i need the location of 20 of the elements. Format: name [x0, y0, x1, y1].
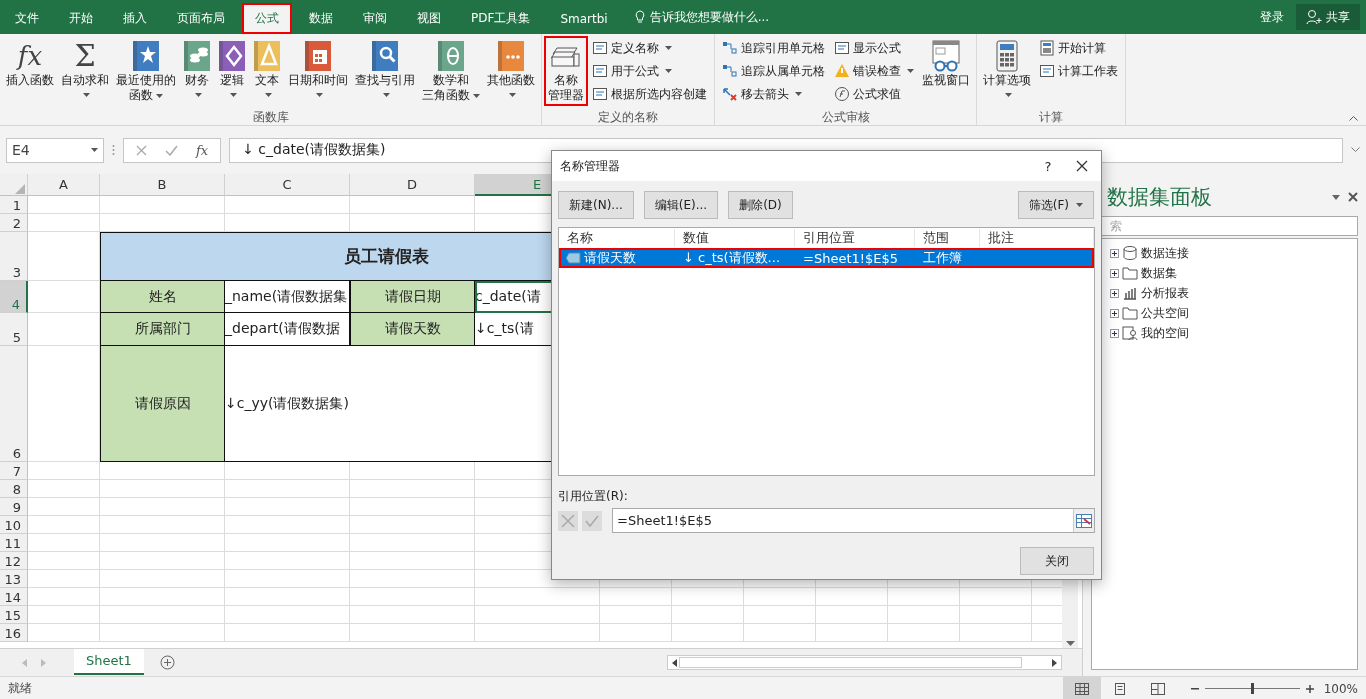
- table-cell: _name(请假数据集: [225, 281, 350, 313]
- group-label: 定义的名称: [597, 109, 659, 125]
- symbol-icon: Σ: [71, 40, 99, 72]
- table-cell: _depart(请假数据: [225, 313, 350, 346]
- field-label: 请假原因: [100, 346, 225, 462]
- group-label: 计算: [1038, 109, 1064, 125]
- reference-text: =Sheet1!$E$5: [802, 250, 899, 266]
- status-text: 就绪: [8, 680, 32, 697]
- panel-title: 数据集面板: [1107, 184, 1212, 211]
- field-label: 姓名: [100, 281, 225, 313]
- field-label: 请假天数: [350, 313, 475, 346]
- field-label: 所属部门: [100, 313, 225, 346]
- value-text: ↓ c_ts(请假数...: [682, 249, 781, 267]
- scope-text: 工作簿: [922, 249, 963, 267]
- field-label: 请假日期: [350, 281, 475, 313]
- symbol-icon: fx: [14, 40, 46, 72]
- group-label: 公式审核: [820, 109, 871, 125]
- group-label: 函数库: [251, 109, 290, 125]
- field-label: 引用位置(R):: [557, 488, 629, 505]
- name-text: 请假天数: [584, 249, 636, 267]
